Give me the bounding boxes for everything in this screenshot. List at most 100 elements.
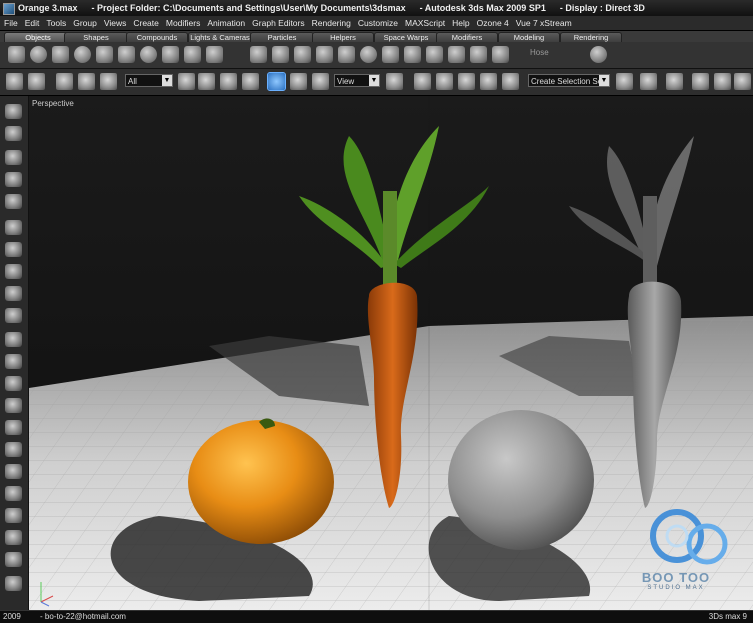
tool-2-icon[interactable]	[5, 126, 22, 141]
tab-objects[interactable]: Objects	[4, 32, 72, 42]
tab-shapes[interactable]: Shapes	[64, 32, 128, 42]
tool-3-icon[interactable]	[5, 150, 22, 165]
hedra-icon[interactable]	[250, 46, 267, 63]
undo-icon[interactable]	[6, 73, 23, 90]
bind-space-warp-icon[interactable]	[100, 73, 117, 90]
tool-13-icon[interactable]	[5, 376, 22, 391]
chamfer-box-icon[interactable]	[272, 46, 289, 63]
spindle-icon[interactable]	[316, 46, 333, 63]
torus-knot-icon[interactable]	[360, 46, 377, 63]
tool-10-icon[interactable]	[5, 308, 22, 323]
tool-8-icon[interactable]	[5, 264, 22, 279]
menu-create[interactable]: Create	[129, 16, 162, 30]
reference-coord-dropdown[interactable]: View ▼	[334, 74, 380, 87]
tool-19-icon[interactable]	[5, 508, 22, 523]
tool-7-icon[interactable]	[5, 242, 22, 257]
pyramid-icon[interactable]	[184, 46, 201, 63]
prism-icon[interactable]	[492, 46, 509, 63]
move-icon[interactable]	[267, 72, 286, 91]
angle-snap-icon[interactable]	[480, 73, 497, 90]
viewport-label[interactable]: Perspective	[32, 99, 74, 108]
rotate-icon[interactable]	[290, 73, 307, 90]
named-selection-dropdown[interactable]: Create Selection Se ▼	[528, 74, 610, 87]
capsule-icon[interactable]	[404, 46, 421, 63]
render-icon[interactable]	[734, 73, 751, 90]
unlink-icon[interactable]	[78, 73, 95, 90]
tool-20-icon[interactable]	[5, 530, 22, 545]
keyboard-shortcut-icon[interactable]	[436, 73, 453, 90]
curve-editor-icon[interactable]	[692, 73, 709, 90]
layer-manager-icon[interactable]	[666, 73, 683, 90]
sphere-icon[interactable]	[30, 46, 47, 63]
plant-icon[interactable]	[590, 46, 607, 63]
menu-vue[interactable]: Vue 7 xStream	[512, 16, 575, 30]
box-icon[interactable]	[8, 46, 25, 63]
tool-22-icon[interactable]	[5, 576, 22, 591]
tab-helpers[interactable]: Helpers	[312, 32, 374, 42]
c-ext-icon[interactable]	[448, 46, 465, 63]
ringwave-icon[interactable]	[470, 46, 487, 63]
menu-maxscript[interactable]: MAXScript	[401, 16, 448, 30]
scale-icon[interactable]	[312, 73, 329, 90]
mirror-icon[interactable]	[616, 73, 633, 90]
tool-5-icon[interactable]	[5, 194, 22, 209]
tool-12-icon[interactable]	[5, 354, 22, 369]
tab-compounds[interactable]: Compounds	[126, 32, 188, 42]
tool-15-icon[interactable]	[5, 420, 22, 435]
teapot-icon[interactable]	[96, 46, 113, 63]
oiltank-icon[interactable]	[294, 46, 311, 63]
selection-filter-dropdown[interactable]: All ▼	[125, 74, 173, 87]
menu-graph-editors[interactable]: Graph Editors	[248, 16, 307, 30]
shelf-label-hose[interactable]: Hose	[530, 48, 549, 57]
app-icon[interactable]	[3, 3, 15, 15]
tool-16-icon[interactable]	[5, 442, 22, 457]
select-object-icon[interactable]	[178, 73, 195, 90]
chamfer-cyl-icon[interactable]	[382, 46, 399, 63]
tab-rendering[interactable]: Rendering	[560, 32, 622, 42]
tool-11-icon[interactable]	[5, 332, 22, 347]
geosphere-icon[interactable]	[140, 46, 157, 63]
menu-tools[interactable]: Tools	[42, 16, 69, 30]
tool-9-icon[interactable]	[5, 286, 22, 301]
tab-modifiers[interactable]: Modifiers	[436, 32, 498, 42]
cylinder-icon[interactable]	[52, 46, 69, 63]
select-manipulate-icon[interactable]	[414, 73, 431, 90]
menu-views[interactable]: Views	[100, 16, 130, 30]
tab-space-warps[interactable]: Space Warps	[374, 32, 438, 42]
rect-selection-icon[interactable]	[220, 73, 237, 90]
align-icon[interactable]	[640, 73, 657, 90]
pivot-center-icon[interactable]	[386, 73, 403, 90]
tool-1-icon[interactable]	[5, 104, 22, 119]
menu-help[interactable]: Help	[448, 16, 472, 30]
select-link-icon[interactable]	[56, 73, 73, 90]
window-crossing-icon[interactable]	[242, 73, 259, 90]
l-ext-icon[interactable]	[426, 46, 443, 63]
redo-icon[interactable]	[28, 73, 45, 90]
tool-14-icon[interactable]	[5, 398, 22, 413]
tab-modeling[interactable]: Modeling	[498, 32, 560, 42]
tool-18-icon[interactable]	[5, 486, 22, 501]
menu-ozone[interactable]: Ozone 4	[473, 16, 512, 30]
tool-17-icon[interactable]	[5, 464, 22, 479]
gengon-icon[interactable]	[338, 46, 355, 63]
snap-toggle-icon[interactable]	[458, 73, 475, 90]
tab-particles[interactable]: Particles	[250, 32, 314, 42]
menu-customize[interactable]: Customize	[354, 16, 401, 30]
tab-lights-cameras[interactable]: Lights & Cameras	[188, 32, 252, 42]
torus-icon[interactable]	[74, 46, 91, 63]
menu-modifiers[interactable]: Modifiers	[162, 16, 203, 30]
select-by-name-icon[interactable]	[198, 73, 215, 90]
menu-edit[interactable]: Edit	[21, 16, 43, 30]
menu-file[interactable]: File	[0, 16, 21, 30]
tool-4-icon[interactable]	[5, 172, 22, 187]
tube-icon[interactable]	[162, 46, 179, 63]
cone-icon[interactable]	[118, 46, 135, 63]
material-editor-icon[interactable]	[714, 73, 731, 90]
menu-animation[interactable]: Animation	[203, 16, 248, 30]
menu-rendering[interactable]: Rendering	[308, 16, 354, 30]
tool-21-icon[interactable]	[5, 552, 22, 567]
plane-icon[interactable]	[206, 46, 223, 63]
tool-6-icon[interactable]	[5, 220, 22, 235]
percent-snap-icon[interactable]	[502, 73, 519, 90]
menu-group[interactable]: Group	[69, 16, 100, 30]
